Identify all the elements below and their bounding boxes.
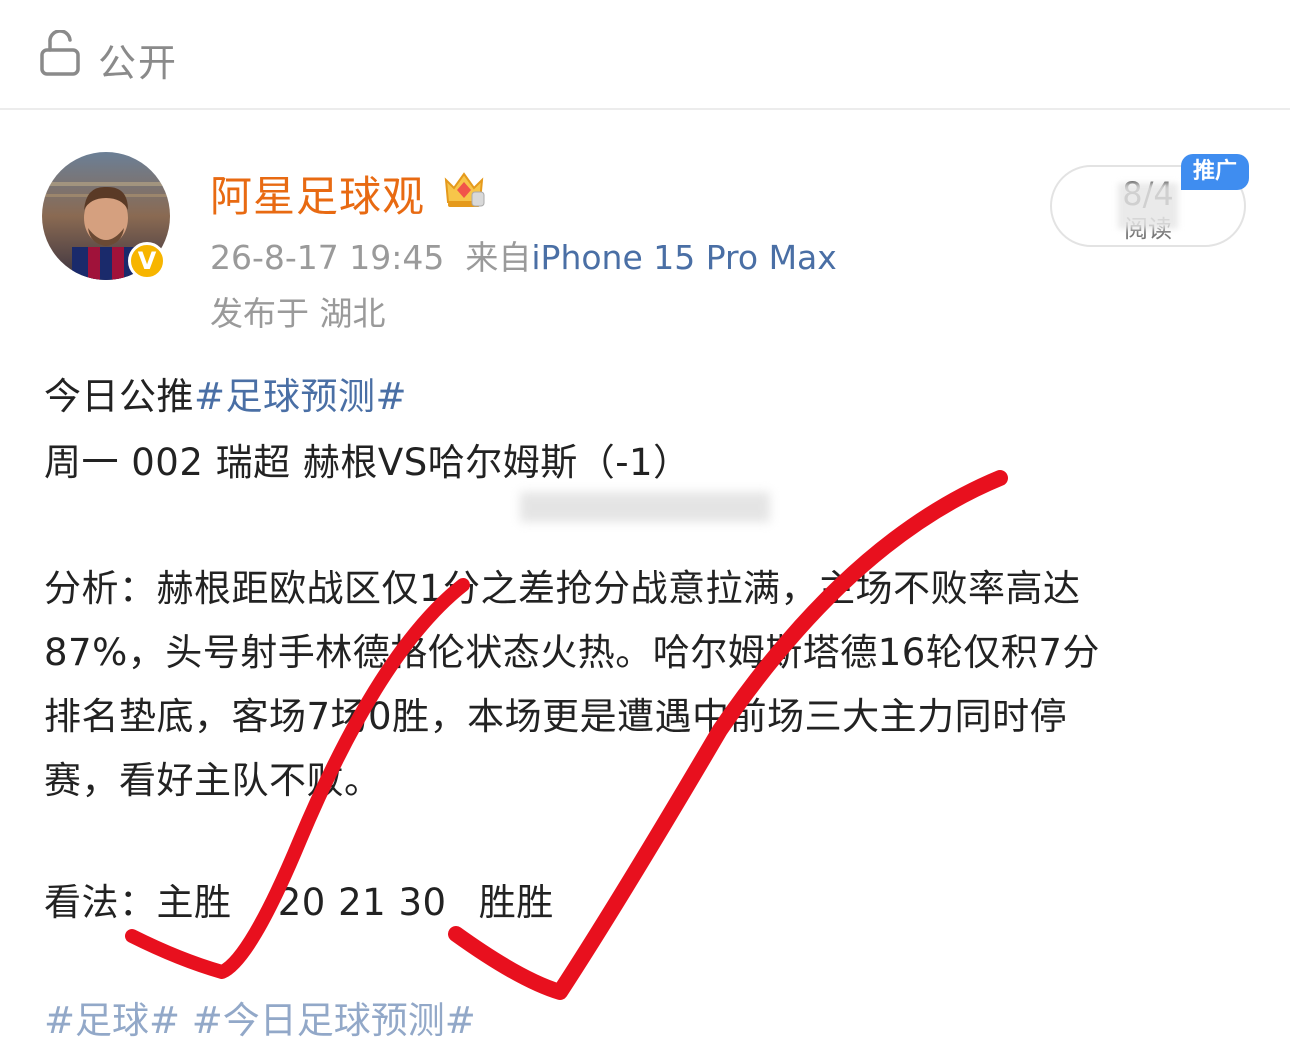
source-prefix: 来自 (465, 238, 532, 277)
post-timestamp: 26-8-17 19:45 (210, 238, 445, 277)
line1-prefix: 今日公推 (44, 375, 194, 418)
view-halffull: 胜胜 (478, 881, 554, 924)
device-link[interactable]: iPhone 15 Pro Max (531, 238, 836, 277)
top-bar: 公开 (0, 0, 1290, 110)
blurred-watermark (520, 492, 770, 522)
blur-mask (1118, 183, 1178, 229)
verified-v-icon: V (128, 242, 166, 280)
post-line-2: 周一 002 瑞超 赫根VS哈尔姆斯（-1） (44, 441, 691, 484)
lock-open-icon[interactable] (40, 30, 82, 76)
divider (1234, 106, 1290, 108)
crown-icon[interactable] (440, 166, 488, 210)
post-line-1: 今日公推#足球预测# (44, 366, 407, 420)
analysis-line-2: 87%，头号射手林德格伦状态火热。哈尔姆斯塔德16轮仅积7分 (44, 631, 1100, 674)
post-location: 发布于 湖北 (210, 294, 386, 333)
view-label: 看法： (44, 881, 157, 924)
analysis-line-3: 排名垫底，客场7场0胜，本场更是遭遇中前场三大主力同时停 (44, 695, 1068, 738)
view-pick: 主胜 (156, 881, 232, 924)
author-name[interactable]: 阿星足球观 (210, 163, 425, 224)
analysis-line-1: 分析：赫根距欧战区仅1分之差抢分战意拉满，主场不败率高达 (44, 567, 1081, 610)
post-meta: 26-8-17 19:45 来自iPhone 15 Pro Max (210, 231, 837, 279)
view-scores: 20 21 30 (277, 881, 447, 924)
analysis-line-4: 赛，看好主队不败。 (44, 759, 382, 802)
view-line: 看法：主胜 20 21 30 胜胜 (44, 872, 554, 926)
promo-tag: 推广 (1181, 154, 1249, 190)
bottom-hashtags[interactable]: #足球# #今日足球预测# (44, 990, 476, 1044)
hashtag-link[interactable]: #足球预测# (194, 375, 407, 418)
visibility-label[interactable]: 公开 (98, 32, 178, 87)
